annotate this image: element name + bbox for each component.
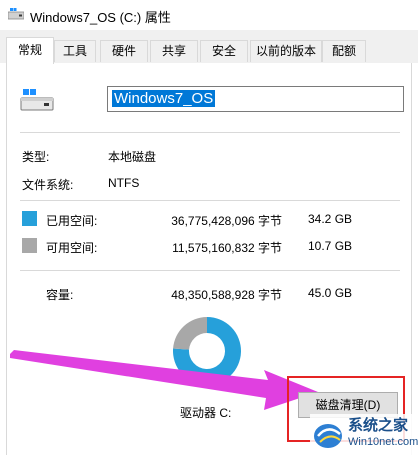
used-space-swatch xyxy=(22,211,37,226)
capacity-size: 45.0 GB xyxy=(308,286,353,300)
filesystem-label: 文件系统: xyxy=(22,178,74,192)
tab-security[interactable]: 安全 xyxy=(200,40,248,62)
tab-hardware[interactable]: 硬件 xyxy=(100,40,148,62)
used-space-label: 已用空间: xyxy=(46,214,98,228)
tab-quota[interactable]: 配额 xyxy=(322,40,366,62)
tab-previous-versions[interactable]: 以前的版本 xyxy=(250,40,322,62)
type-value: 本地磁盘 xyxy=(108,150,157,164)
window-title: Windows7_OS (C:) 属性 xyxy=(30,10,171,25)
free-space-label: 可用空间: xyxy=(46,241,98,255)
tab-sharing[interactable]: 共享 xyxy=(150,40,198,62)
drive-name-input[interactable]: Windows7_OS xyxy=(107,86,404,112)
capacity-label: 容量: xyxy=(46,288,74,302)
separator xyxy=(20,132,400,133)
used-space-bytes: 36,775,428,096 字节 xyxy=(171,214,282,228)
title-bar: Windows7_OS (C:) 属性 xyxy=(0,0,418,30)
filesystem-value: NTFS xyxy=(108,176,140,190)
drive-name-text: Windows7_OS xyxy=(112,90,216,107)
tab-general[interactable]: 常规 xyxy=(6,37,54,64)
free-space-swatch xyxy=(22,238,37,253)
used-space-size: 34.2 GB xyxy=(308,212,353,226)
type-label: 类型: xyxy=(22,150,50,164)
drive-large-icon xyxy=(20,89,54,111)
separator xyxy=(20,200,400,201)
annotation-arrow xyxy=(10,350,318,410)
free-space-bytes: 11,575,160,832 字节 xyxy=(172,241,282,255)
drive-icon xyxy=(8,8,24,20)
capacity-bytes: 48,350,588,928 字节 xyxy=(171,288,282,302)
free-space-size: 10.7 GB xyxy=(308,239,353,253)
tab-tools[interactable]: 工具 xyxy=(54,40,96,62)
watermark-url: Win10net.com xyxy=(348,436,418,448)
separator xyxy=(20,270,400,271)
watermark-title: 系统之家 xyxy=(348,417,409,434)
